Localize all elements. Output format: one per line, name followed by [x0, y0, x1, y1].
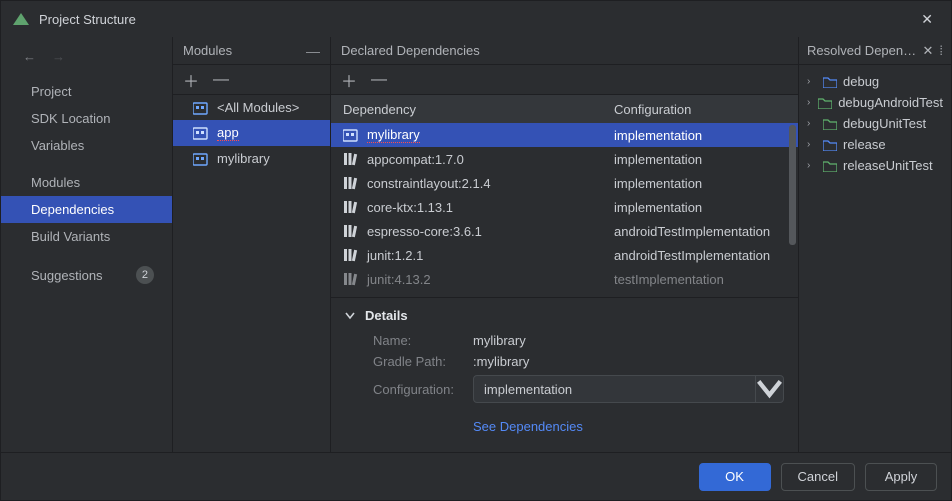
dependency-row[interactable]: junit:4.13.2 testImplementation: [331, 267, 798, 291]
chevron-down-icon[interactable]: [345, 311, 355, 321]
dependency-row[interactable]: appcompat:1.7.0 implementation: [331, 147, 798, 171]
configuration-combo[interactable]: implementation: [473, 375, 784, 403]
remove-dependency-button[interactable]: —: [371, 71, 387, 89]
add-dependency-button[interactable]: ＋: [341, 68, 357, 92]
suggestions-badge: 2: [136, 266, 154, 284]
nav-build-variants[interactable]: Build Variants: [1, 223, 172, 250]
module-icon: [343, 128, 359, 142]
nav-project[interactable]: Project: [1, 78, 172, 105]
see-dependencies-link[interactable]: See Dependencies: [473, 419, 583, 434]
folder-icon: [823, 160, 837, 172]
tree-node-debugunittest[interactable]: › debugUnitTest: [803, 113, 947, 134]
apply-button[interactable]: Apply: [865, 463, 937, 491]
nav-suggestions[interactable]: Suggestions 2: [1, 260, 172, 290]
module-item-mylibrary[interactable]: mylibrary: [173, 146, 330, 171]
detail-config-label: Configuration:: [373, 382, 473, 397]
modules-column: Modules — ＋ — <All Modules> app: [173, 37, 331, 452]
dependency-row[interactable]: mylibrary implementation: [331, 123, 798, 147]
chevron-right-icon: ›: [807, 97, 812, 108]
nav-modules[interactable]: Modules: [1, 169, 172, 196]
details-panel: Details Name: mylibrary Gradle Path: :my…: [331, 297, 798, 442]
module-icon: [193, 152, 209, 166]
resolved-tree: › debug › debugAndroidTest › debugUnitTe…: [799, 65, 951, 182]
folder-icon: [823, 139, 837, 151]
detail-path-value: :mylibrary: [473, 354, 529, 369]
tree-node-debugandroidtest[interactable]: › debugAndroidTest: [803, 92, 947, 113]
chevron-right-icon: ›: [807, 139, 817, 150]
modules-header: Modules: [183, 43, 232, 58]
declared-deps-header: Declared Dependencies: [341, 43, 480, 58]
panel-menu-icon[interactable]: ⁞: [939, 43, 943, 58]
folder-icon: [823, 118, 837, 130]
library-icon: [343, 272, 359, 286]
folder-icon: [823, 76, 837, 88]
ok-button[interactable]: OK: [699, 463, 771, 491]
col-configuration[interactable]: Configuration: [608, 102, 798, 117]
dependency-scrollbar[interactable]: [789, 125, 796, 291]
nav-forward-icon: →: [52, 49, 65, 64]
dependency-row[interactable]: espresso-core:3.6.1 androidTestImplement…: [331, 219, 798, 243]
module-icon: [193, 101, 209, 115]
folder-icon: [818, 97, 832, 109]
module-item-app[interactable]: app: [173, 120, 330, 146]
cancel-button[interactable]: Cancel: [781, 463, 855, 491]
library-icon: [343, 152, 359, 166]
sidebar-nav: ← → Project SDK Location Variables Modul…: [1, 37, 173, 452]
dependencies-column: Declared Dependencies ＋ — Dependency Con…: [331, 37, 799, 452]
library-icon: [343, 248, 359, 262]
tree-node-releaseunittest[interactable]: › releaseUnitTest: [803, 155, 947, 176]
resolved-header: Resolved Depen…: [807, 43, 916, 58]
module-item-all[interactable]: <All Modules>: [173, 95, 330, 120]
library-icon: [343, 224, 359, 238]
detail-name-label: Name:: [373, 333, 473, 348]
tree-node-release[interactable]: › release: [803, 134, 947, 155]
nav-variables[interactable]: Variables: [1, 132, 172, 159]
nav-sdk-location[interactable]: SDK Location: [1, 105, 172, 132]
chevron-right-icon: ›: [807, 76, 817, 87]
resolved-column: Resolved Depen… ✕ ⁞ › debug › debugAndro…: [799, 37, 951, 452]
library-icon: [343, 200, 359, 214]
dependency-row[interactable]: core-ktx:1.13.1 implementation: [331, 195, 798, 219]
android-studio-icon: [13, 13, 29, 25]
col-dependency[interactable]: Dependency: [331, 102, 608, 117]
detail-name-value: mylibrary: [473, 333, 526, 348]
dependency-list: mylibrary implementation appcompat:1.7.0…: [331, 123, 798, 297]
dependency-row[interactable]: constraintlayout:2.1.4 implementation: [331, 171, 798, 195]
dependency-row[interactable]: junit:1.2.1 androidTestImplementation: [331, 243, 798, 267]
chevron-right-icon: ›: [807, 118, 817, 129]
nav-back-icon[interactable]: ←: [23, 49, 36, 64]
detail-path-label: Gradle Path:: [373, 354, 473, 369]
window-title: Project Structure: [39, 12, 915, 27]
chevron-down-icon[interactable]: [755, 376, 783, 402]
close-panel-icon[interactable]: ✕: [922, 43, 933, 59]
nav-dependencies[interactable]: Dependencies: [1, 196, 172, 223]
module-icon: [193, 126, 209, 140]
chevron-right-icon: ›: [807, 160, 817, 171]
close-icon[interactable]: ✕: [915, 7, 939, 32]
add-module-button[interactable]: ＋: [183, 68, 199, 92]
minimize-icon[interactable]: —: [306, 43, 320, 59]
tree-node-debug[interactable]: › debug: [803, 71, 947, 92]
details-title: Details: [365, 308, 408, 323]
library-icon: [343, 176, 359, 190]
remove-module-button[interactable]: —: [213, 71, 229, 89]
